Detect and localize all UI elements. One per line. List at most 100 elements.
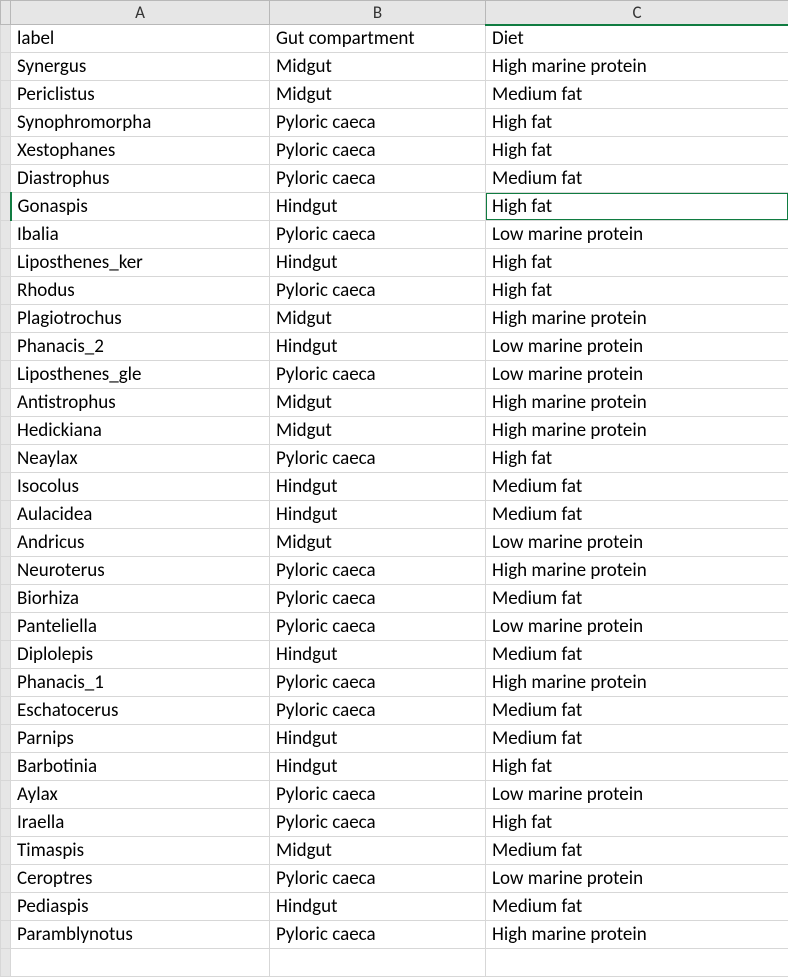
- cell[interactable]: Ceroptres: [11, 865, 270, 893]
- row-header[interactable]: [1, 641, 11, 669]
- row-header[interactable]: [1, 921, 11, 949]
- cell[interactable]: Neuroterus: [11, 557, 270, 585]
- cell[interactable]: Low marine protein: [486, 865, 788, 893]
- cell[interactable]: High marine protein: [486, 53, 788, 81]
- cell[interactable]: Midgut: [270, 389, 486, 417]
- cell[interactable]: High fat: [486, 445, 788, 473]
- cell[interactable]: Midgut: [270, 305, 486, 333]
- cell[interactable]: Aylax: [11, 781, 270, 809]
- cell[interactable]: High fat: [486, 193, 788, 221]
- cell[interactable]: Periclistus: [11, 81, 270, 109]
- cell[interactable]: Paramblynotus: [11, 921, 270, 949]
- cell[interactable]: Phanacis_2: [11, 333, 270, 361]
- cell[interactable]: Pyloric caeca: [270, 585, 486, 613]
- cell[interactable]: Neaylax: [11, 445, 270, 473]
- spreadsheet-grid[interactable]: A B C label Gut compartment Diet Synergu…: [0, 0, 788, 977]
- cell[interactable]: Low marine protein: [486, 221, 788, 249]
- row-header[interactable]: [1, 389, 11, 417]
- cell[interactable]: Medium fat: [486, 501, 788, 529]
- row-header[interactable]: [1, 165, 11, 193]
- row-header[interactable]: [1, 529, 11, 557]
- cell[interactable]: Hindgut: [270, 249, 486, 277]
- row-header[interactable]: [1, 445, 11, 473]
- row-header[interactable]: [1, 501, 11, 529]
- cell[interactable]: Andricus: [11, 529, 270, 557]
- cell[interactable]: Medium fat: [486, 837, 788, 865]
- cell[interactable]: Hindgut: [270, 893, 486, 921]
- column-header-C[interactable]: C: [486, 1, 788, 25]
- cell[interactable]: Low marine protein: [486, 529, 788, 557]
- cell[interactable]: Diplolepis: [11, 641, 270, 669]
- cell[interactable]: Pyloric caeca: [270, 109, 486, 137]
- column-header-A[interactable]: A: [11, 1, 270, 25]
- cell[interactable]: Liposthenes_gle: [11, 361, 270, 389]
- cell[interactable]: Hedickiana: [11, 417, 270, 445]
- row-header[interactable]: [1, 613, 11, 641]
- cell[interactable]: Hindgut: [270, 473, 486, 501]
- cell[interactable]: Pyloric caeca: [270, 669, 486, 697]
- row-header[interactable]: [1, 333, 11, 361]
- row-header[interactable]: [1, 417, 11, 445]
- row-header[interactable]: [1, 193, 11, 221]
- row-header[interactable]: [1, 361, 11, 389]
- cell[interactable]: Pyloric caeca: [270, 613, 486, 641]
- cell[interactable]: Hindgut: [270, 501, 486, 529]
- cell[interactable]: Pyloric caeca: [270, 277, 486, 305]
- row-header[interactable]: [1, 669, 11, 697]
- cell[interactable]: Midgut: [270, 417, 486, 445]
- cell[interactable]: label: [11, 25, 270, 53]
- cell[interactable]: High fat: [486, 137, 788, 165]
- cell[interactable]: Pyloric caeca: [270, 809, 486, 837]
- cell[interactable]: Pediaspis: [11, 893, 270, 921]
- cell[interactable]: Panteliella: [11, 613, 270, 641]
- cell[interactable]: Xestophanes: [11, 137, 270, 165]
- cell[interactable]: Low marine protein: [486, 361, 788, 389]
- cell[interactable]: High marine protein: [486, 921, 788, 949]
- cell[interactable]: Pyloric caeca: [270, 921, 486, 949]
- row-header[interactable]: [1, 809, 11, 837]
- cell[interactable]: [486, 949, 788, 977]
- cell[interactable]: Midgut: [270, 529, 486, 557]
- cell[interactable]: High marine protein: [486, 305, 788, 333]
- row-header[interactable]: [1, 697, 11, 725]
- cell[interactable]: High fat: [486, 753, 788, 781]
- cell[interactable]: Ibalia: [11, 221, 270, 249]
- cell[interactable]: High fat: [486, 109, 788, 137]
- column-header-B[interactable]: B: [270, 1, 486, 25]
- cell[interactable]: Iraella: [11, 809, 270, 837]
- cell[interactable]: Pyloric caeca: [270, 361, 486, 389]
- cell[interactable]: Medium fat: [486, 81, 788, 109]
- cell[interactable]: [11, 949, 270, 977]
- row-header[interactable]: [1, 865, 11, 893]
- cell[interactable]: Hindgut: [270, 725, 486, 753]
- cell[interactable]: Hindgut: [270, 193, 486, 221]
- cell[interactable]: [270, 949, 486, 977]
- cell[interactable]: Pyloric caeca: [270, 865, 486, 893]
- cell[interactable]: Synergus: [11, 53, 270, 81]
- row-header[interactable]: [1, 893, 11, 921]
- cell[interactable]: Pyloric caeca: [270, 557, 486, 585]
- cell[interactable]: High marine protein: [486, 389, 788, 417]
- cell[interactable]: Medium fat: [486, 165, 788, 193]
- cell[interactable]: Gonaspis: [11, 193, 270, 221]
- row-header[interactable]: [1, 837, 11, 865]
- cell[interactable]: Hindgut: [270, 333, 486, 361]
- row-header[interactable]: [1, 277, 11, 305]
- cell[interactable]: Medium fat: [486, 641, 788, 669]
- cell[interactable]: Hindgut: [270, 641, 486, 669]
- cell[interactable]: Pyloric caeca: [270, 445, 486, 473]
- cell[interactable]: Eschatocerus: [11, 697, 270, 725]
- row-header[interactable]: [1, 753, 11, 781]
- cell[interactable]: High fat: [486, 249, 788, 277]
- cell[interactable]: Midgut: [270, 81, 486, 109]
- cell[interactable]: Isocolus: [11, 473, 270, 501]
- cell[interactable]: Medium fat: [486, 697, 788, 725]
- cell[interactable]: Medium fat: [486, 585, 788, 613]
- cell[interactable]: Phanacis_1: [11, 669, 270, 697]
- row-header[interactable]: [1, 137, 11, 165]
- cell[interactable]: Midgut: [270, 837, 486, 865]
- row-header[interactable]: [1, 781, 11, 809]
- cell[interactable]: Rhodus: [11, 277, 270, 305]
- select-all-corner[interactable]: [1, 1, 11, 25]
- cell[interactable]: Medium fat: [486, 725, 788, 753]
